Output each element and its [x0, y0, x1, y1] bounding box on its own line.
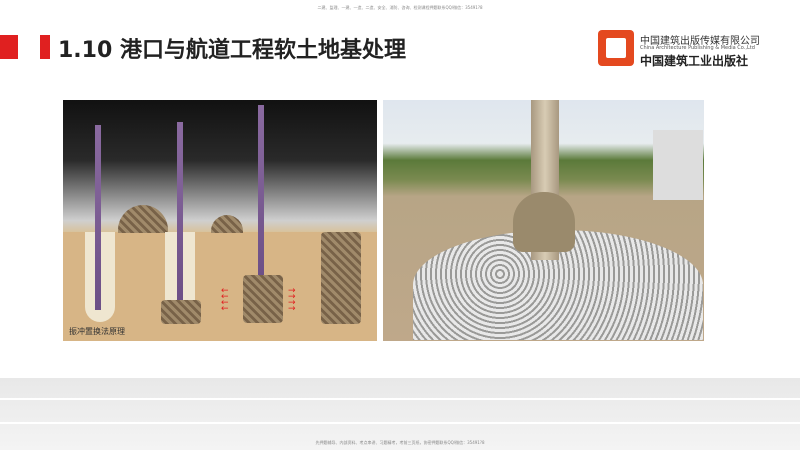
gravel-heap	[211, 215, 243, 233]
gravel-column	[243, 275, 283, 323]
vibroflot	[258, 105, 264, 280]
construction-photo	[383, 100, 704, 341]
title-accent-left	[0, 35, 18, 59]
vibroflot-head	[513, 192, 575, 252]
gravel-heap	[118, 205, 168, 233]
floor-line	[0, 398, 800, 400]
watermark-bottom: 先押题辅导、内部资料、考点串讲、习题精考，考前三页纸，协密押题联系QQ/微信：3…	[315, 440, 485, 445]
watermark-top: 二建、监理、一建、一造、二造、安全、消防、咨询、检测课程押题联系QQ/微信：35…	[317, 5, 483, 10]
vibroflot	[95, 125, 101, 310]
slide-title: 1.10 港口与航道工程软土地基处理	[58, 38, 406, 63]
gravel-column	[161, 300, 201, 324]
arrow-left-icon: ← ← ← ←	[221, 286, 229, 314]
vibroflot	[177, 122, 183, 302]
logo-name-en: China Architecture Publishing & Media Co…	[640, 45, 755, 51]
arrow-right-icon: → → → →	[288, 286, 296, 314]
floor-line	[0, 422, 800, 424]
figure-caption: 振冲置换法原理	[69, 327, 125, 336]
publisher-logo: 中国建筑出版传媒有限公司 China Architecture Publishi…	[598, 30, 778, 72]
vibro-replacement-diagram: ← ← ← ← → → → → 振冲置换法原理	[63, 100, 377, 341]
logo-name-cn2: 中国建筑工业出版社	[640, 54, 749, 68]
bulldozer	[653, 130, 703, 200]
logo-icon	[598, 30, 634, 66]
title-accent-bar	[40, 35, 50, 59]
gravel-column	[321, 232, 361, 324]
